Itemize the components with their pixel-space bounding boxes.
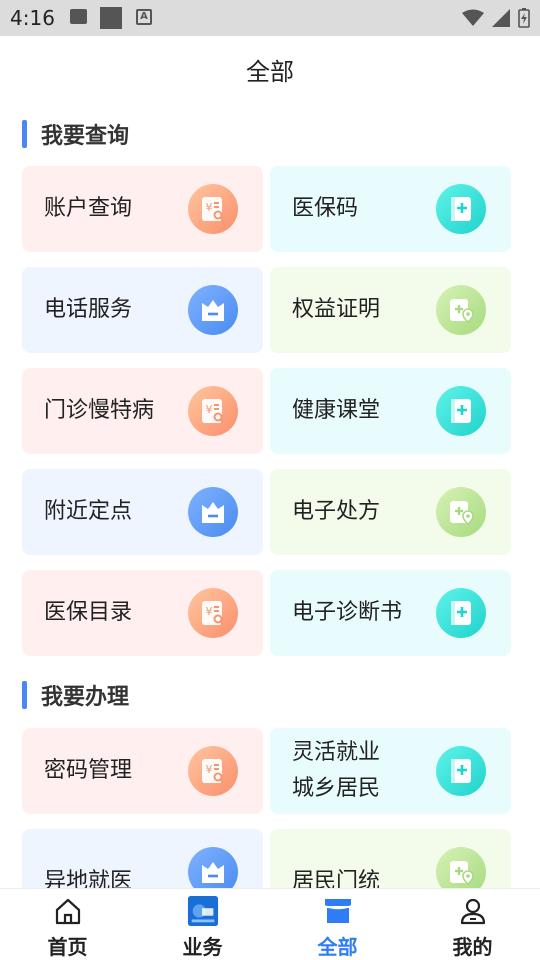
medical-book-icon xyxy=(436,588,486,638)
card-label: 权益证明 xyxy=(292,297,381,322)
crown-box-icon xyxy=(188,487,238,537)
image-notification-icon xyxy=(70,9,87,24)
user-icon xyxy=(457,895,489,927)
card-nearby-designated[interactable]: 附近定点 xyxy=(22,469,263,555)
section-title: 我要办理 xyxy=(41,685,130,710)
signal-icon xyxy=(492,9,510,27)
nav-label: 业务 xyxy=(182,935,223,959)
a-notification-icon: A xyxy=(136,9,152,25)
svg-text:¥: ¥ xyxy=(206,763,213,776)
card-label: 门诊慢特病 xyxy=(44,398,155,423)
svg-text:¥: ¥ xyxy=(206,605,213,618)
status-right xyxy=(462,7,530,29)
medical-book-icon xyxy=(436,184,486,234)
home-icon xyxy=(52,895,84,927)
status-time: 4:16 xyxy=(10,6,55,30)
doc-location-icon xyxy=(436,285,486,335)
nav-mine[interactable]: 我的 xyxy=(405,889,540,960)
nav-all[interactable]: 全部 xyxy=(270,889,405,960)
card-label-line2: 城乡居民 xyxy=(292,776,381,801)
status-bar: 4:16 A xyxy=(0,0,540,36)
card-e-diagnosis[interactable]: 电子诊断书 xyxy=(270,570,511,656)
card-password-management[interactable]: 密码管理 ¥ xyxy=(22,728,263,814)
battery-icon xyxy=(518,8,530,28)
square-notification-icon xyxy=(100,7,122,29)
section-marker xyxy=(22,120,27,148)
business-app-icon xyxy=(187,895,219,927)
nav-label: 我的 xyxy=(452,935,493,959)
card-flexible-employment[interactable]: 灵活就业 城乡居民 xyxy=(270,728,511,814)
shop-icon xyxy=(322,895,354,927)
yuan-search-icon: ¥ xyxy=(188,746,238,796)
card-phone-service[interactable]: 电话服务 xyxy=(22,267,263,353)
card-label-line1: 灵活就业 xyxy=(292,740,381,765)
nav-home[interactable]: 首页 xyxy=(0,889,135,960)
yuan-search-icon: ¥ xyxy=(188,588,238,638)
section-handle: 我要办理 xyxy=(22,681,130,710)
nav-label: 全部 xyxy=(317,935,358,959)
wifi-icon xyxy=(462,9,484,26)
medical-book-icon xyxy=(436,746,486,796)
medical-book-icon xyxy=(436,386,486,436)
card-e-prescription[interactable]: 电子处方 xyxy=(270,469,511,555)
card-label: 医保码 xyxy=(292,196,359,221)
card-label: 电子处方 xyxy=(292,499,381,524)
card-account-query[interactable]: 账户查询 ¥ xyxy=(22,166,263,252)
card-label: 健康课堂 xyxy=(292,398,381,423)
yuan-search-icon: ¥ xyxy=(188,386,238,436)
svg-text:¥: ¥ xyxy=(206,403,213,416)
svg-text:¥: ¥ xyxy=(206,201,213,214)
card-chronic-disease[interactable]: 门诊慢特病 ¥ xyxy=(22,368,263,454)
card-label: 电话服务 xyxy=(44,297,133,322)
card-label: 账户查询 xyxy=(44,196,133,221)
section-query: 我要查询 xyxy=(22,120,130,149)
card-label: 电子诊断书 xyxy=(292,600,403,625)
nav-label: 首页 xyxy=(47,935,88,959)
page-title: 全部 xyxy=(246,58,294,86)
card-medical-code[interactable]: 医保码 xyxy=(270,166,511,252)
section-marker xyxy=(22,681,27,709)
card-label: 附近定点 xyxy=(44,499,133,524)
card-label: 灵活就业 城乡居民 xyxy=(292,728,380,814)
card-health-class[interactable]: 健康课堂 xyxy=(270,368,511,454)
card-label: 密码管理 xyxy=(44,758,133,783)
card-insurance-catalog[interactable]: 医保目录 ¥ xyxy=(22,570,263,656)
card-rights-certificate[interactable]: 权益证明 xyxy=(270,267,511,353)
crown-box-icon xyxy=(188,285,238,335)
nav-business[interactable]: 业务 xyxy=(135,889,270,960)
doc-location-icon xyxy=(436,487,486,537)
card-label: 医保目录 xyxy=(44,600,133,625)
section-title: 我要查询 xyxy=(41,124,130,149)
yuan-search-icon: ¥ xyxy=(188,184,238,234)
bottom-nav: 首页 业务 全部 我的 xyxy=(0,888,540,960)
